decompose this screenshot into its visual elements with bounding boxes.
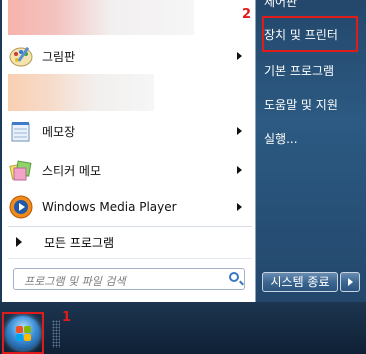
- help-support-link[interactable]: 도움말 및 지원: [264, 96, 338, 113]
- program-label: 메모장: [42, 124, 76, 139]
- submenu-arrow-icon[interactable]: [237, 166, 242, 174]
- expand-arrow-icon: [16, 237, 22, 247]
- program-label: 그림판: [42, 49, 76, 64]
- taskbar-grip: [52, 320, 60, 348]
- sticky-notes-icon: [8, 157, 34, 183]
- search-input[interactable]: 프로그램 및 파일 검색: [13, 268, 245, 290]
- all-programs-button[interactable]: 모든 프로그램: [8, 229, 248, 255]
- notepad-icon: [8, 118, 34, 144]
- program-item-paint[interactable]: 그림판: [8, 42, 248, 70]
- search-icon: [229, 272, 239, 282]
- paint-icon: [8, 43, 34, 69]
- programs-pane: 그림판 메모장 스티커 메모 Windows Media Player 모든 프…: [2, 0, 256, 302]
- program-item-sticky-notes[interactable]: 스티커 메모: [8, 156, 248, 184]
- media-player-icon: [8, 194, 34, 220]
- program-item-media-player[interactable]: Windows Media Player: [8, 193, 248, 221]
- program-label: Windows Media Player: [42, 200, 177, 214]
- program-label: 스티커 메모: [42, 163, 102, 178]
- submenu-arrow-icon[interactable]: [237, 127, 242, 135]
- submenu-arrow-icon[interactable]: [237, 203, 242, 211]
- shutdown-options-button[interactable]: [340, 272, 360, 292]
- control-panel-link[interactable]: 제어판: [264, 0, 297, 10]
- step1-label: 1: [62, 310, 72, 325]
- program-item-notepad[interactable]: 메모장: [8, 117, 248, 145]
- search-placeholder: 프로그램 및 파일 검색: [24, 275, 126, 288]
- step1-highlight: [2, 312, 44, 354]
- blurred-program-item[interactable]: [8, 0, 194, 35]
- menu-separator: [8, 226, 252, 227]
- all-programs-label: 모든 프로그램: [44, 235, 115, 250]
- menu-separator: [8, 258, 252, 259]
- step2-label: 2: [242, 7, 252, 22]
- blurred-program-item[interactable]: [8, 74, 154, 111]
- run-link[interactable]: 실행...: [264, 130, 298, 147]
- default-programs-link[interactable]: 기본 프로그램: [264, 62, 334, 79]
- step2-highlight: [262, 16, 358, 52]
- shutdown-button[interactable]: 시스템 종료: [262, 272, 338, 292]
- submenu-arrow-icon[interactable]: [237, 52, 242, 60]
